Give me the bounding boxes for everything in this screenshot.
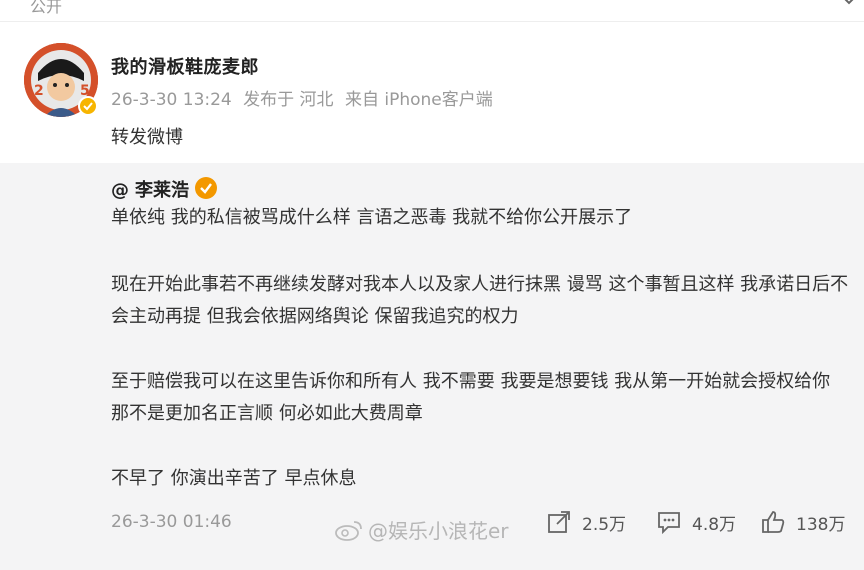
quoted-author-name[interactable]: 李莱浩 [135,180,189,201]
like-count: 138万 [796,514,846,535]
quoted-author[interactable]: @ 李莱浩 [111,176,189,202]
svg-text:2: 2 [34,83,44,99]
quoted-paragraph: 至于赔偿我可以在这里告诉你和所有人 我不需要 我要是想要钱 我从第一开始就会授权… [111,371,831,424]
thumbs-up-icon [762,511,785,533]
weibo-logo-icon [335,520,362,541]
post-time[interactable]: 26-3-30 13:24 [111,90,232,110]
share-icon [548,511,570,533]
quoted-paragraph: 不早了 你演出辛苦了 早点休息 [111,468,357,489]
visibility-label[interactable]: 公开 [30,0,62,17]
quoted-paragraph: 现在开始此事若不再继续发酵对我本人以及家人进行抹黑 谩骂 这个事暂且这样 我承诺… [111,274,849,327]
repost-button[interactable]: 2.5万 [546,508,626,536]
quoted-paragraph: 单依纯 我的私信被骂成什么样 言语之恶毒 我就不给你公开展示了 [111,207,633,228]
repost-text: 转发微博 [111,127,183,148]
watermark: @娱乐小浪花er [334,515,509,544]
post-card: 2 5 我的滑板鞋庞麦郎 26-3-30 13:24 发布于 河北 来自 iPh… [0,22,864,570]
top-bar: 公开 [0,0,864,22]
post-author-name[interactable]: 我的滑板鞋庞麦郎 [111,53,259,79]
watermark-text: @娱乐小浪花er [368,519,509,543]
quoted-verified-badge-icon [195,177,217,199]
verified-badge-icon [78,96,98,116]
comment-count: 4.8万 [692,514,737,535]
comment-button[interactable]: 4.8万 [656,508,736,536]
comment-icon [658,512,680,535]
repost-count: 2.5万 [582,514,627,535]
chevron-down-icon[interactable] [838,0,860,10]
quoted-post[interactable]: @ 李莱浩 单依纯 我的私信被骂成什么样 言语之恶毒 我就不给你公开展示了 现在开… [0,163,864,570]
at-symbol: @ [111,180,129,201]
like-button[interactable]: 138万 [760,508,845,536]
post-source: 来自 iPhone客户端 [344,90,493,110]
quoted-time[interactable]: 26-3-30 01:46 [111,512,232,532]
post-location: 发布于 河北 [243,90,334,110]
post-meta: 26-3-30 13:24 发布于 河北 来自 iPhone客户端 [111,85,499,110]
